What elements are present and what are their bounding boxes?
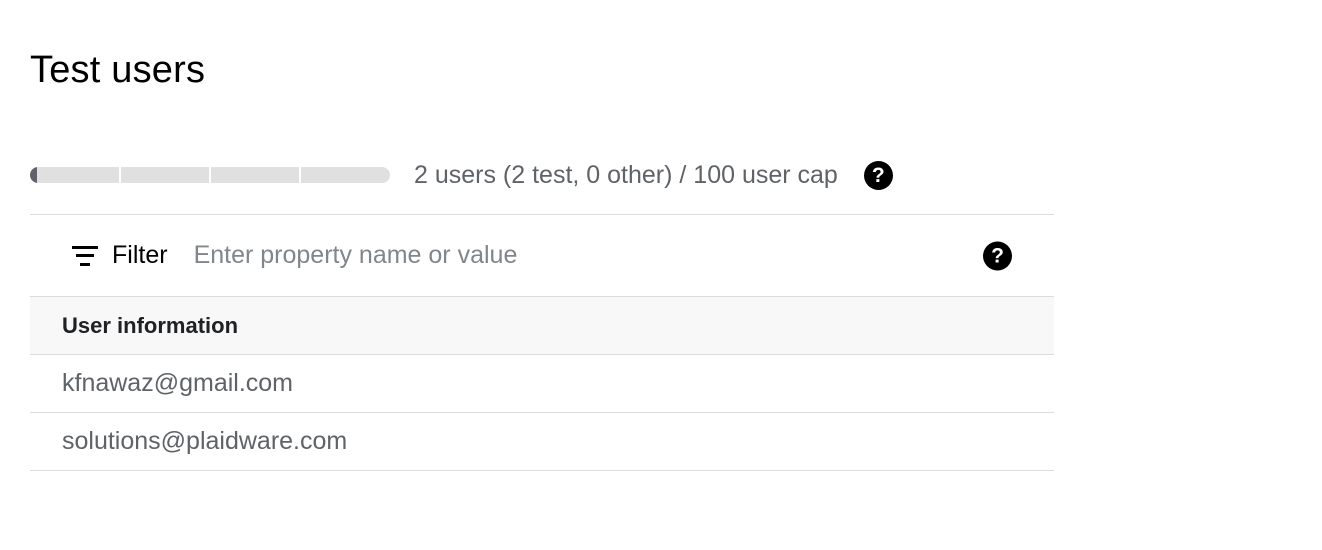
filter-bar: Filter ? [30, 214, 1054, 297]
progress-segment-divider [209, 167, 211, 183]
test-users-panel: Test users 2 users (2 test, 0 other) / 1… [0, 0, 1322, 550]
filter-list-icon [72, 245, 98, 267]
user-cap-usage: 2 users (2 test, 0 other) / 100 user cap… [30, 154, 893, 196]
user-email-cell: solutions@plaidware.com [62, 427, 348, 455]
progress-segment-divider [119, 167, 121, 183]
filter-button[interactable]: Filter [72, 241, 168, 270]
table-row[interactable]: kfnawaz@gmail.com [30, 355, 1054, 413]
filter-label: Filter [112, 241, 168, 269]
column-header-user-information: User information [62, 312, 239, 338]
help-circle-icon[interactable]: ? [863, 160, 893, 190]
filter-input[interactable] [193, 241, 894, 270]
user-cap-progress-bar [30, 167, 390, 183]
table-row[interactable]: solutions@plaidware.com [30, 413, 1054, 471]
user-email-cell: kfnawaz@gmail.com [62, 369, 294, 397]
user-cap-progress-fill [30, 167, 38, 183]
test-users-table: Filter ? User information kfnawaz@gmail.… [30, 214, 1054, 471]
progress-segment-divider [299, 167, 301, 183]
user-cap-summary: 2 users (2 test, 0 other) / 100 user cap [414, 160, 838, 189]
table-header-row: User information [30, 297, 1054, 355]
page-title: Test users [30, 49, 206, 91]
help-circle-icon[interactable]: ? [983, 241, 1012, 270]
